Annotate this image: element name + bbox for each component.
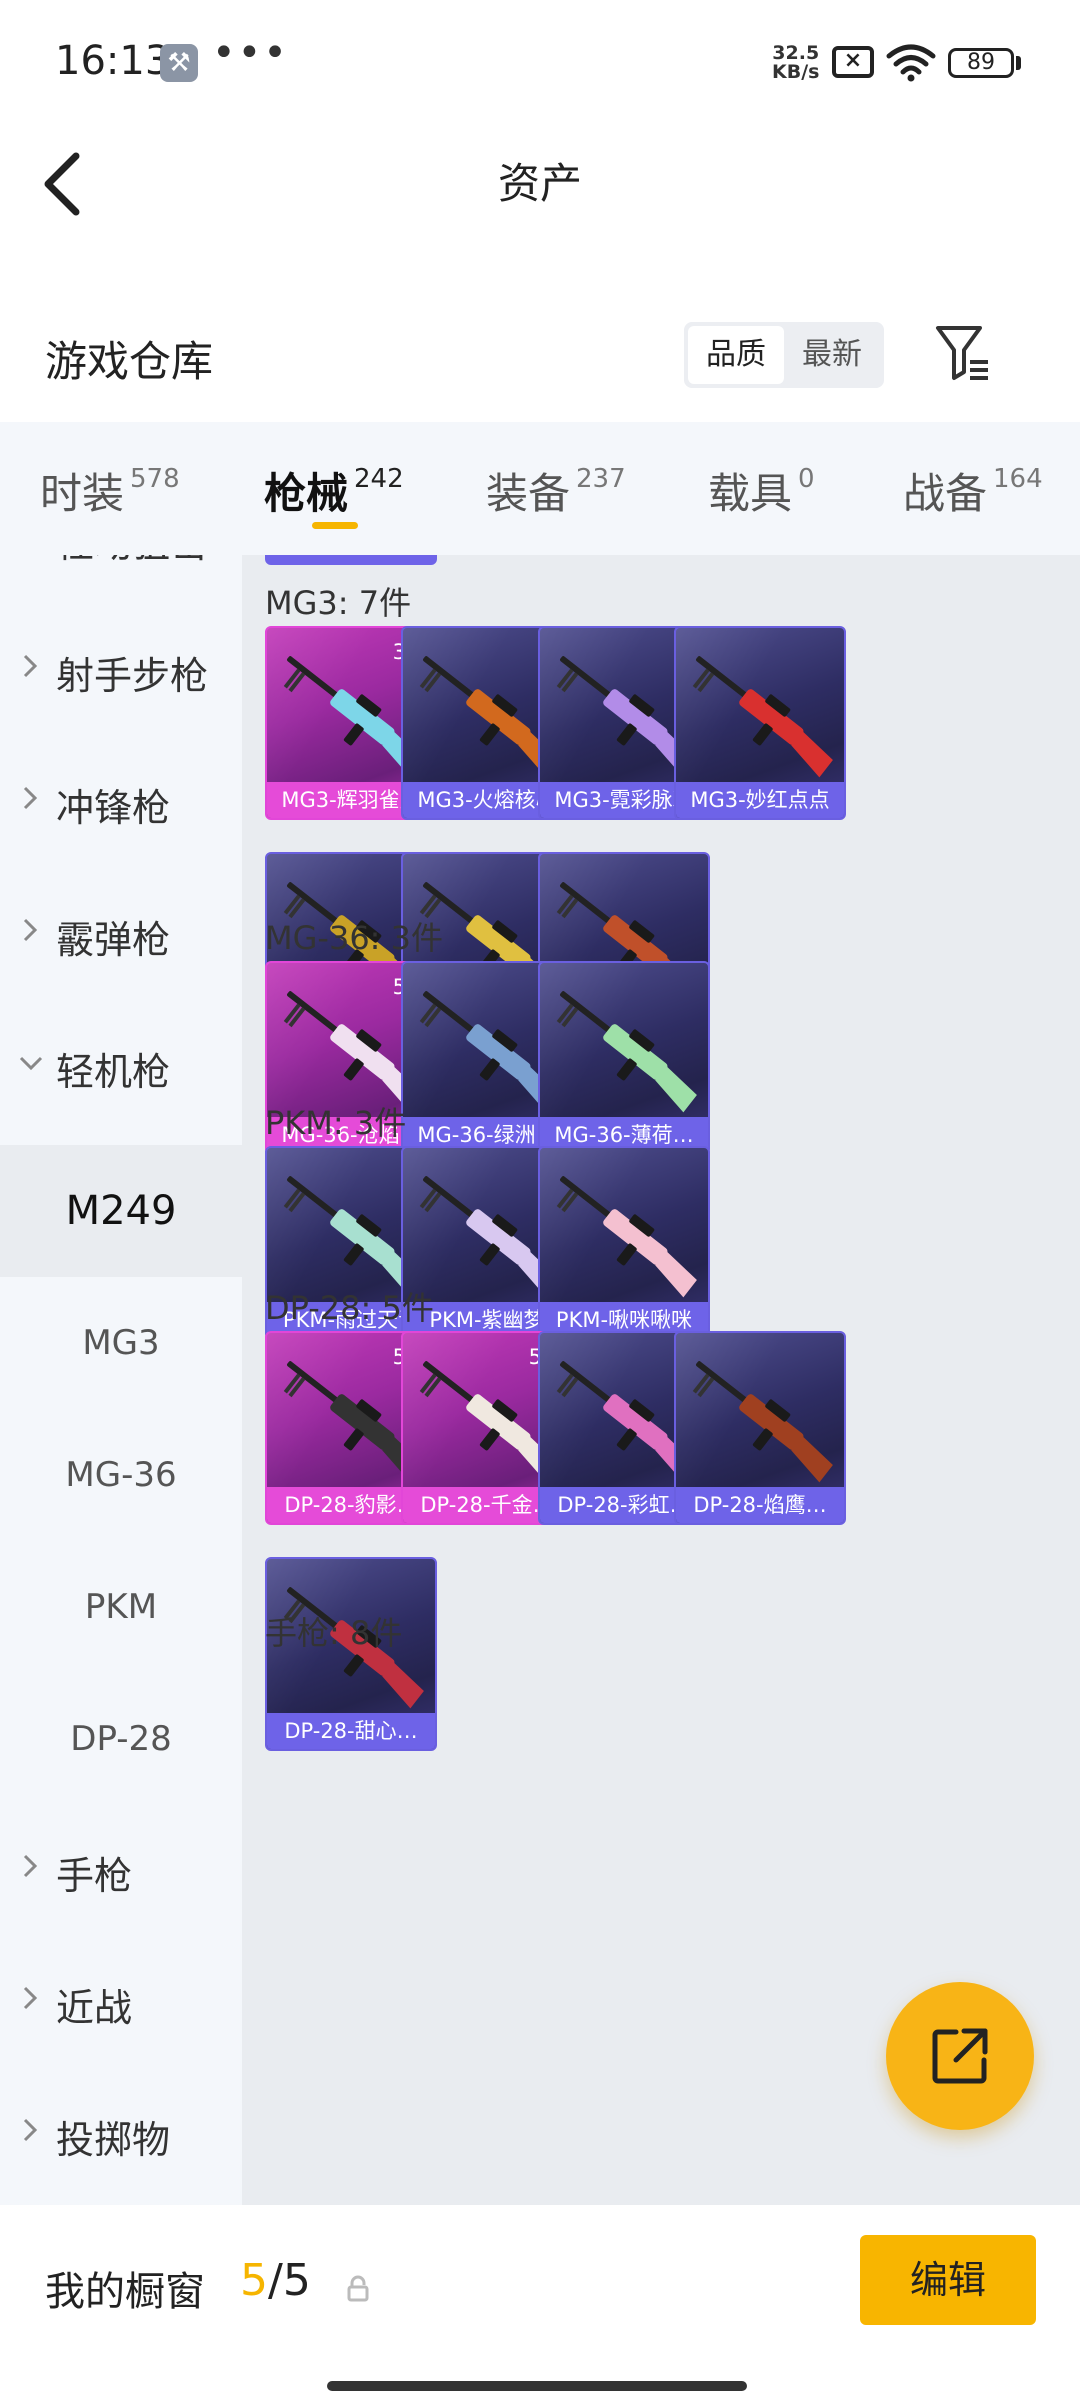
sidebar: 栓动狙击 射手步枪 冲锋枪 霰弹枪 轻机枪 M249 MG3 MG-36 PKM… [0, 555, 242, 2205]
tab-supplies[interactable]: 战备 164 [903, 460, 1043, 521]
share-button[interactable] [886, 1982, 1034, 2130]
active-tab-indicator [312, 522, 358, 529]
battery-indicator: 89 [948, 48, 1014, 78]
warehouse-title: 游戏仓库 [45, 337, 214, 386]
sidebar-sub-dp28[interactable]: DP-28 [0, 1673, 242, 1805]
sidebar-item-label: 霰弹枪 [56, 918, 171, 962]
network-speed-unit: KB/s [772, 61, 820, 83]
item-card[interactable]: MG3-妙红点点 [674, 626, 846, 820]
sidebar-item-label: 射手步枪 [56, 654, 209, 698]
sort-toggle: 品质 最新 [684, 322, 884, 388]
gun-icon [692, 656, 833, 778]
tab-vehicles[interactable]: 载具 0 [708, 460, 815, 521]
tab-fashion[interactable]: 时装 578 [40, 460, 180, 521]
item-card-name: DP-28-焰鹰… [676, 1487, 844, 1523]
item-card[interactable]: MG-36-薄荷… [538, 961, 710, 1155]
sidebar-item-shotgun[interactable]: 霰弹枪 [0, 869, 242, 1001]
showcase-current: 5 [240, 2255, 268, 2306]
item-card[interactable]: PKM-啾咪啾咪 [538, 1146, 710, 1340]
showcase-label: 我的橱窗 [45, 2269, 205, 2315]
gun-icon [556, 1176, 697, 1298]
chevron-right-icon [23, 654, 38, 678]
chevron-right-icon [23, 1986, 38, 2010]
tab-label: 战备 [903, 469, 988, 518]
chevron-right-icon [23, 1854, 38, 1878]
sidebar-item-label: 投掷物 [56, 2118, 171, 2162]
tab-equipment[interactable]: 装备 237 [486, 460, 626, 521]
sidebar-item-label: 近战 [56, 1986, 133, 2030]
section-title: PKM: 3件 [265, 1104, 407, 1142]
sort-option-quality[interactable]: 品质 [688, 326, 784, 384]
chevron-down-icon [19, 1056, 43, 1071]
item-card[interactable]: DP-28-焰鹰… [674, 1331, 846, 1525]
section-title: 手枪: 8件 [265, 1614, 403, 1652]
more-dots-icon: ••• [212, 30, 289, 76]
tab-label: 载具 [708, 469, 793, 518]
tab-count: 237 [576, 464, 626, 494]
gun-icon [692, 1361, 833, 1483]
tab-label: 装备 [486, 469, 571, 518]
sidebar-item-label: 栓动狙击 [56, 555, 208, 568]
item-card-name: DP-28-甜心… [267, 1713, 435, 1749]
showcase-total: 5 [282, 2255, 311, 2306]
sidebar-item-bolt-sniper[interactable]: 栓动狙击 [0, 555, 242, 605]
item-card-name: MG3-妙红点点 [676, 782, 844, 818]
sidebar-item-throwables[interactable]: 投掷物 [0, 2069, 242, 2201]
sidebar-item-label: 轻机枪 [56, 1050, 171, 1094]
tab-label: 时装 [40, 469, 125, 518]
item-grid: MG3: 7件3级MG3-辉羽雀灵MG3-火熔核心MG3-霓彩脉冲MG3-妙红点… [242, 555, 1080, 2205]
page-title: 资产 [497, 159, 582, 208]
status-time: 16:13 [55, 38, 171, 84]
edit-button[interactable]: 编辑 [860, 2235, 1036, 2325]
chevron-right-icon [23, 918, 38, 942]
tab-count: 0 [798, 464, 815, 494]
showcase-separator: / [268, 2255, 283, 2306]
share-icon [932, 2028, 988, 2084]
sidebar-item-label: 手枪 [56, 1854, 133, 1898]
wrench-icon: ⚒ [160, 44, 198, 82]
tab-count: 578 [130, 464, 180, 494]
section-title: MG3: 7件 [265, 584, 412, 622]
showcase-bar: 我的橱窗 5/5 编辑 [0, 2205, 1080, 2400]
sidebar-sub-pkm[interactable]: PKM [0, 1541, 242, 1673]
network-speed: 32.5 KB/s [772, 44, 819, 82]
sidebar-item-smg[interactable]: 冲锋枪 [0, 737, 242, 869]
sidebar-sub-mg36[interactable]: MG-36 [0, 1409, 242, 1541]
previous-card-edge [265, 555, 437, 565]
home-indicator [327, 2381, 747, 2391]
chevron-right-icon [23, 2118, 38, 2142]
chevron-right-icon [23, 786, 38, 810]
sidebar-sub-mg3[interactable]: MG3 [0, 1277, 242, 1409]
sidebar-item-label: 冲锋枪 [56, 786, 171, 830]
tab-count: 164 [993, 464, 1043, 494]
sidebar-item-lmg[interactable]: 轻机枪 [0, 1001, 242, 1133]
tab-label: 枪械 [264, 469, 349, 518]
sidebar-item-pistol[interactable]: 手枪 [0, 1805, 242, 1937]
section-title: MG-36: 3件 [265, 919, 443, 957]
battery-tip [1016, 56, 1021, 70]
item-card[interactable]: DP-28-甜心… [265, 1557, 437, 1751]
section-title: DP-28: 5件 [265, 1289, 434, 1327]
sidebar-item-marksman[interactable]: 射手步枪 [0, 605, 242, 737]
category-tabs: 时装 578 枪械 242 装备 237 载具 0 战备 164 [0, 422, 1080, 555]
tab-guns[interactable]: 枪械 242 [264, 460, 404, 521]
screen: 16:13 ⚒ ••• 32.5 KB/s × 89 资产 游戏仓库 品质 最新… [0, 0, 1080, 2400]
sort-option-latest[interactable]: 最新 [784, 326, 880, 384]
tab-count: 242 [354, 464, 404, 494]
wifi-icon [886, 44, 936, 82]
sidebar-sub-m249[interactable]: M249 [0, 1145, 242, 1277]
lock-icon [347, 2275, 369, 2302]
status-bar: 16:13 ⚒ ••• 32.5 KB/s × 89 [0, 0, 1080, 128]
sidebar-item-melee[interactable]: 近战 [0, 1937, 242, 2069]
filter-icon[interactable] [934, 322, 992, 384]
gun-icon [556, 991, 697, 1113]
showcase-count: 5/5 [240, 2255, 311, 2306]
sim-off-icon: × [832, 46, 874, 78]
